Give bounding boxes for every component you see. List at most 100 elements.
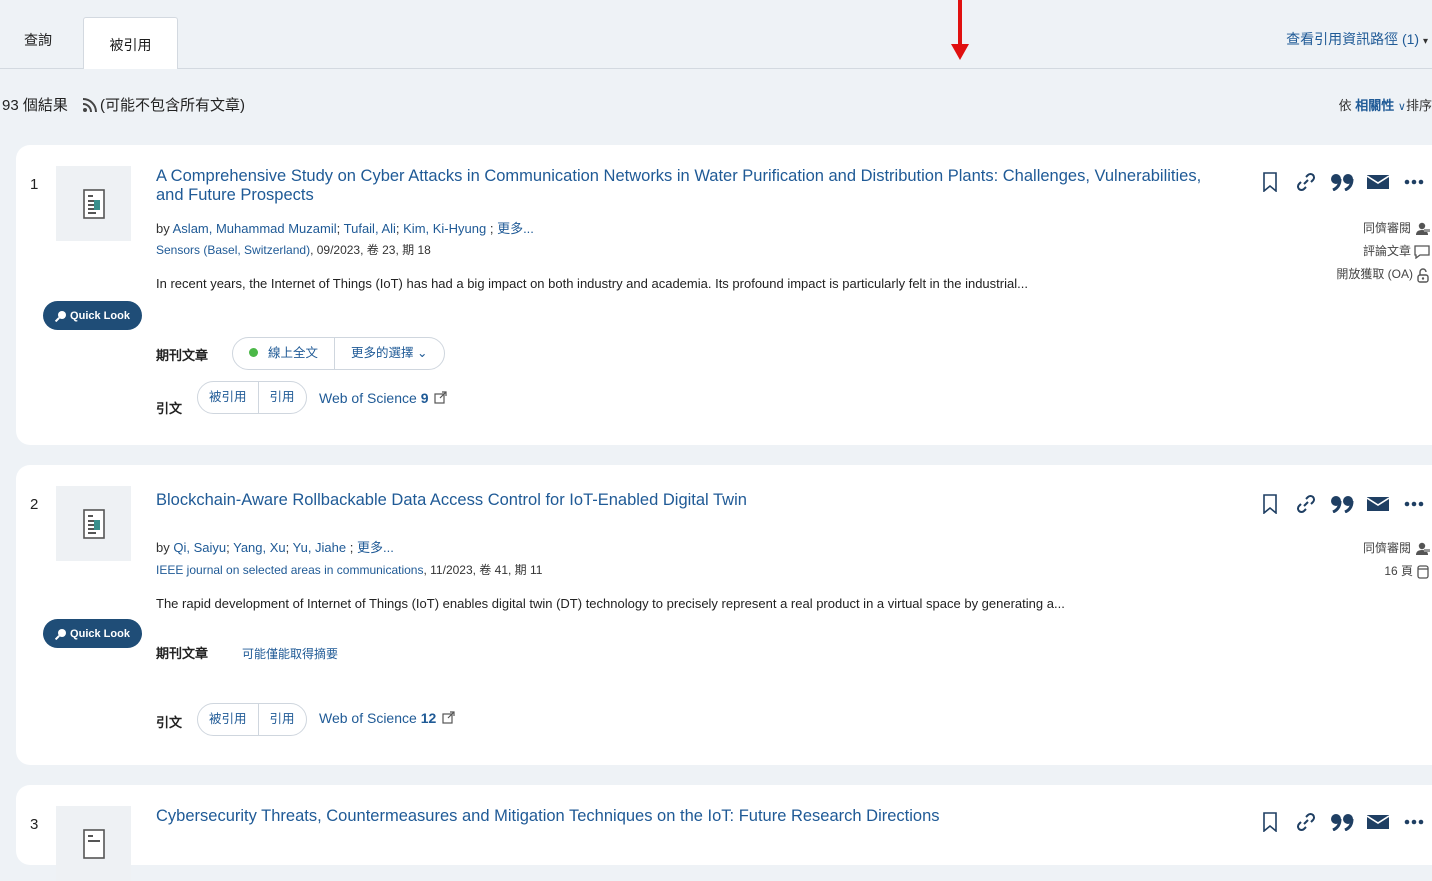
document-icon[interactable]	[56, 166, 131, 241]
item-meta: 同儕審閱 16 頁	[1230, 537, 1430, 583]
item-meta: 同儕審閱 評論文章 開放獲取 (OA)	[1230, 217, 1430, 286]
chevron-down-icon: ▾	[1422, 36, 1428, 47]
sort-value[interactable]: 相關性	[1355, 98, 1394, 113]
quick-look-button[interactable]: Quick Look	[43, 619, 142, 648]
page-count-flag: 16 頁	[1230, 560, 1430, 583]
sort-suffix: 排序	[1405, 98, 1432, 113]
result-title[interactable]: Cybersecurity Threats, Countermeasures a…	[156, 807, 1226, 826]
page-count-label: 16 頁	[1384, 564, 1413, 578]
online-fulltext-button[interactable]: 線上全文	[233, 338, 334, 369]
chevron-down-icon: ∨	[1397, 101, 1406, 113]
result-title[interactable]: A Comprehensive Study on Cyber Attacks i…	[156, 167, 1226, 205]
item-actions	[1252, 811, 1432, 833]
result-number: 3	[30, 816, 39, 833]
result-number: 2	[30, 496, 39, 513]
bookmark-icon[interactable]	[1252, 171, 1288, 193]
result-source: IEEE journal on selected areas in commun…	[156, 561, 542, 578]
link-icon[interactable]	[1288, 171, 1324, 193]
pages-icon	[1417, 565, 1429, 579]
author-link[interactable]: Aslam, Muhammad Muzamil	[173, 221, 337, 236]
document-icon[interactable]	[56, 806, 131, 881]
result-authors: by Aslam, Muhammad Muzamil; Tufail, Ali;…	[156, 221, 534, 236]
link-icon[interactable]	[1288, 811, 1324, 833]
quote-icon[interactable]	[1324, 493, 1360, 515]
search-icon	[55, 310, 67, 322]
email-icon[interactable]	[1360, 811, 1396, 833]
rss-icon[interactable]	[82, 97, 98, 113]
result-title[interactable]: Blockchain-Aware Rollbackable Data Acces…	[156, 491, 1226, 510]
more-authors-link[interactable]: 更多...	[357, 540, 394, 555]
peer-review-icon	[1416, 222, 1430, 235]
peer-review-icon	[1416, 542, 1430, 555]
email-icon[interactable]	[1360, 493, 1396, 515]
citation-path-dropdown[interactable]: 查看引用資訊路徑 (1) ▾	[1286, 29, 1428, 49]
external-link-icon	[434, 391, 447, 404]
more-icon[interactable]	[1396, 171, 1432, 193]
web-of-science-link[interactable]: Web of Science 9	[319, 390, 447, 406]
result-number: 1	[30, 176, 39, 193]
item-actions	[1252, 171, 1432, 193]
more-options-button[interactable]: 更多的選擇 ⌄	[334, 338, 443, 369]
more-authors-link[interactable]: 更多...	[497, 221, 534, 236]
web-of-science-link[interactable]: Web of Science 12	[319, 710, 455, 726]
citation-path-label: 查看引用資訊路徑 (1)	[1286, 31, 1420, 47]
references-button[interactable]: 引用	[257, 382, 306, 413]
access-options: 線上全文 更多的選擇 ⌄	[232, 337, 445, 370]
link-icon[interactable]	[1288, 493, 1324, 515]
citations-label: 引文	[156, 401, 183, 416]
peer-reviewed-flag: 同儕審閱	[1230, 217, 1430, 240]
comment-icon	[1414, 244, 1430, 259]
wos-count: 9	[420, 390, 429, 406]
by-label: by	[156, 221, 170, 236]
sort-prefix: 依	[1338, 98, 1352, 113]
document-icon[interactable]	[56, 486, 131, 561]
sort-control[interactable]: 依 相關性 ∨排序	[1339, 95, 1432, 114]
source-link[interactable]: Sensors (Basel, Switzerland)	[156, 243, 310, 257]
source-meta: , 11/2023, 卷 41, 期 11	[423, 563, 543, 577]
author-link[interactable]: Qi, Saiyu	[173, 540, 226, 555]
author-link[interactable]: Kim, Ki-Hyung	[403, 221, 486, 236]
more-icon[interactable]	[1396, 811, 1432, 833]
more-options-label: 更多的選擇	[351, 346, 414, 360]
item-actions	[1252, 493, 1432, 515]
source-meta: , 09/2023, 卷 23, 期 18	[310, 243, 431, 257]
results-count: 93 個結果	[2, 97, 68, 114]
wos-count: 12	[420, 710, 437, 726]
email-icon[interactable]	[1360, 171, 1396, 193]
more-icon[interactable]	[1396, 493, 1432, 515]
external-link-icon	[442, 711, 455, 724]
open-access-flag: 開放獲取 (OA)	[1230, 263, 1430, 286]
tab-search[interactable]: 查詢	[24, 30, 52, 50]
tab-cited-by[interactable]: 被引用	[83, 17, 178, 69]
quick-look-label: Quick Look	[70, 627, 130, 640]
source-link[interactable]: IEEE journal on selected areas in commun…	[156, 563, 423, 577]
by-label: by	[156, 540, 170, 555]
open-access-label: 開放獲取 (OA)	[1336, 267, 1413, 281]
cited-by-button[interactable]: 被引用	[198, 382, 258, 413]
wos-label: Web of Science	[319, 710, 417, 726]
search-icon	[55, 628, 67, 640]
references-button[interactable]: 引用	[257, 704, 306, 735]
quote-icon[interactable]	[1324, 171, 1360, 193]
author-link[interactable]: Tufail, Ali	[344, 221, 396, 236]
result-abstract: In recent years, the Internet of Things …	[156, 276, 1028, 291]
result-item: 1 Quick Look A Comprehensive Study on Cy…	[16, 145, 1432, 445]
annotation-arrow-icon	[951, 0, 969, 60]
tab-bar: 查詢 被引用 查看引用資訊路徑 (1) ▾	[0, 0, 1432, 69]
bookmark-icon[interactable]	[1252, 811, 1288, 833]
content-type: 期刊文章	[156, 646, 209, 661]
result-authors: by Qi, Saiyu; Yang, Xu; Yu, Jiahe ; 更多..…	[156, 540, 394, 555]
quick-look-button[interactable]: Quick Look	[43, 301, 142, 330]
wos-label: Web of Science	[319, 390, 417, 406]
abstract-only-note[interactable]: 可能僅能取得摘要	[242, 645, 338, 662]
cited-by-button[interactable]: 被引用	[198, 704, 258, 735]
result-abstract: The rapid development of Internet of Thi…	[156, 596, 1065, 611]
peer-reviewed-label: 同儕審閱	[1362, 221, 1411, 235]
peer-reviewed-flag: 同儕審閱	[1230, 537, 1430, 560]
citation-pill: 被引用 引用	[197, 703, 307, 736]
quote-icon[interactable]	[1324, 811, 1360, 833]
author-link[interactable]: Yu, Jiahe	[293, 540, 347, 555]
bookmark-icon[interactable]	[1252, 493, 1288, 515]
author-link[interactable]: Yang, Xu	[233, 540, 286, 555]
online-fulltext-label: 線上全文	[268, 346, 319, 360]
